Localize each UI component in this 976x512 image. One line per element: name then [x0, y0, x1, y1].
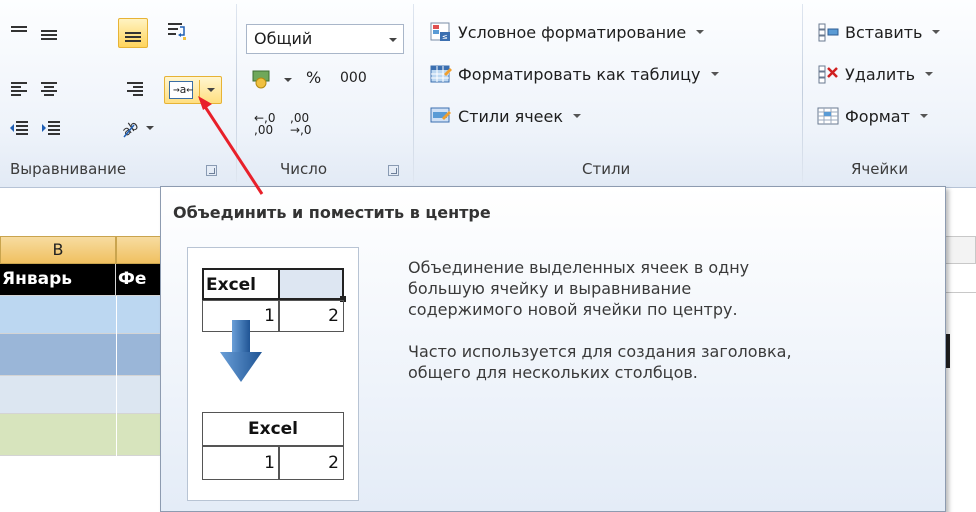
number-format-select[interactable]: Общий: [246, 24, 404, 54]
align-left-icon[interactable]: [6, 76, 32, 102]
align-right-icon[interactable]: [122, 76, 148, 102]
insert-label: Вставить: [845, 22, 923, 42]
tooltip-title: Объединить и поместить в центре: [173, 203, 491, 222]
align-top-icon[interactable]: [6, 20, 32, 46]
table-row[interactable]: [0, 414, 176, 456]
preview-after-merged-cell: Excel: [202, 412, 344, 446]
text-orientation-icon[interactable]: ab: [118, 116, 144, 142]
alignment-group: →a← ab Выравнивание: [0, 0, 238, 188]
delete-cells-icon: [817, 64, 839, 84]
merge-center-button[interactable]: →a←: [164, 76, 222, 104]
increase-indent-icon[interactable]: [38, 116, 64, 142]
preview-after-num-1: 1: [202, 446, 280, 480]
percent-button[interactable]: %: [306, 68, 321, 87]
cells-group-label: Ячейки: [851, 160, 909, 178]
ribbon: →a← ab Выравнивание Общий % 000 ←,0 ,00: [0, 0, 976, 188]
currency-icon[interactable]: [250, 66, 276, 92]
align-middle-icon[interactable]: [36, 22, 62, 48]
dialog-launcher-icon[interactable]: [388, 165, 399, 176]
table-row[interactable]: [0, 334, 176, 376]
thousands-button[interactable]: 000: [340, 70, 367, 86]
format-label: Формат: [845, 106, 910, 126]
row-divider: [116, 296, 117, 456]
wrap-text-icon[interactable]: [164, 18, 190, 44]
insert-button[interactable]: Вставить: [817, 22, 941, 42]
cells-group: Вставить Удалить Формат Ячейки: [803, 0, 976, 188]
delete-label: Удалить: [845, 64, 915, 84]
cell-marker: [944, 292, 976, 293]
chevron-down-icon[interactable]: [207, 88, 215, 92]
preview-before-excel-cell: Excel: [202, 268, 280, 300]
conditional-formatting-icon: ≤: [430, 22, 452, 42]
tooltip-desc-1: Объединение выделенных ячеек в одну боль…: [408, 258, 750, 319]
table-format-icon: [430, 64, 452, 84]
number-format-value: Общий: [254, 29, 313, 48]
arrow-down-icon: [218, 320, 264, 388]
tooltip-preview: Excel 1 2 Excel 1 2: [187, 247, 359, 501]
cell-styles-button[interactable]: Стили ячеек: [430, 106, 582, 126]
format-button[interactable]: Формат: [817, 106, 928, 126]
delete-button[interactable]: Удалить: [817, 64, 933, 84]
alignment-group-label: Выравнивание: [10, 160, 127, 178]
table-row[interactable]: [0, 296, 176, 334]
format-as-table-button[interactable]: Форматировать как таблицу: [430, 64, 719, 84]
preview-after-num-2: 2: [278, 446, 344, 480]
tooltip-desc-2: Часто используется для создания заголовк…: [408, 342, 792, 382]
cell-header-january[interactable]: Январь: [0, 264, 116, 296]
number-group: Общий % 000 ←,0 ,00 ,00 →,0 Число: [238, 0, 413, 188]
conditional-formatting-label: Условное форматирование: [458, 22, 687, 42]
preview-before-num-2: 2: [278, 300, 344, 332]
decrease-indent-icon[interactable]: [6, 116, 32, 142]
align-bottom-icon[interactable]: [118, 18, 148, 48]
chevron-down-icon[interactable]: [284, 78, 292, 82]
preview-before-empty-cell: [278, 268, 344, 300]
cell-styles-icon: [430, 106, 452, 126]
column-header-b[interactable]: B: [0, 236, 116, 264]
insert-cells-icon: [817, 22, 839, 42]
decrease-decimal-button[interactable]: ,00 →,0: [290, 112, 312, 136]
table-row[interactable]: [0, 376, 176, 414]
styles-group-label: Стили: [582, 160, 631, 178]
svg-text:≤: ≤: [442, 33, 448, 41]
format-cells-icon: [817, 106, 839, 126]
tooltip-description: Объединение выделенных ячеек в одну боль…: [408, 257, 928, 404]
merge-center-tooltip: Объединить и поместить в центре Excel 1 …: [160, 186, 946, 512]
dialog-launcher-icon[interactable]: [206, 165, 217, 176]
cell-styles-label: Стили ячеек: [458, 106, 564, 126]
chevron-down-icon: [389, 38, 397, 42]
align-center-icon[interactable]: [36, 76, 62, 102]
number-group-label: Число: [280, 160, 328, 178]
increase-decimal-button[interactable]: ←,0 ,00: [254, 112, 276, 136]
chevron-down-icon[interactable]: [146, 126, 154, 130]
column-header-right: [944, 236, 976, 264]
format-as-table-label: Форматировать как таблицу: [458, 64, 701, 84]
conditional-formatting-button[interactable]: ≤ Условное форматирование: [430, 22, 705, 42]
styles-group: ≤ Условное форматирование Форматировать …: [414, 0, 802, 188]
merge-center-icon: →a←: [169, 81, 193, 99]
